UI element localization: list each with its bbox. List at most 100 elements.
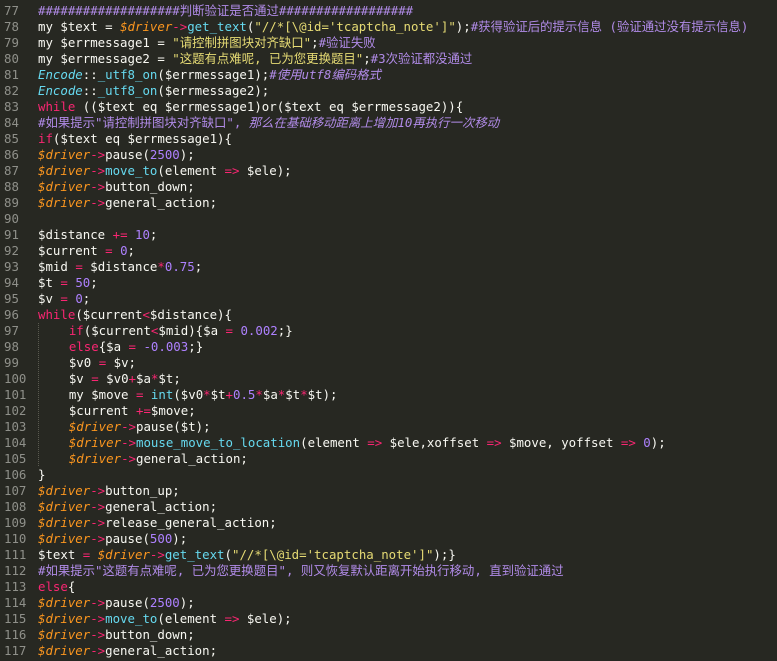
code-token: 0.75 [164,259,195,274]
code-token: 50 [75,275,91,290]
code-token: $v0 [98,371,129,386]
code-text: $driver->pause($t); [38,419,777,435]
code-token: $driver [38,531,91,546]
code-line[interactable]: 111 $text = $driver->get_text("//*[\@id='… [0,547,777,563]
code-text: if($current<$mid){$a = 0.002;} [38,323,777,339]
code-token: ); [455,19,471,34]
code-token: ;} [277,323,293,338]
code-text: $driver->general_action; [38,195,777,211]
code-line[interactable]: 91 $distance += 10; [0,227,777,243]
code-token: ($current [75,307,143,322]
code-line[interactable]: 94 $t = 50; [0,275,777,291]
code-editor[interactable]: 77 ###################判断验证是否通过###########… [0,0,777,661]
code-token: pause( [105,531,150,546]
line-number: 95 [4,291,19,306]
code-line[interactable]: 84 #如果提示"请控制拼图块对齐缺口", 那么在基础移动距离上增加10再执行一次… [0,115,777,131]
code-line[interactable]: 106} [0,467,777,483]
code-text: $driver->move_to(element => $ele); [38,611,777,627]
code-token: $driver [38,595,91,610]
code-line[interactable]: 108 $driver->general_action; [0,499,777,515]
code-token: $a [262,387,278,402]
code-line[interactable]: 80 my $errmessage2 = "这题有点难呢, 已为您更换题目";#3… [0,51,777,67]
code-token: ); [179,595,195,610]
code-text: $v = $v0+$a*$t; [38,371,777,387]
code-line[interactable]: 93 $mid = $distance*0.75; [0,259,777,275]
code-line[interactable]: 116 $driver->button_down; [0,627,777,643]
code-line[interactable]: 99 $v0 = $v; [0,355,777,371]
code-token: my $text = [38,19,121,34]
code-line[interactable]: 81 Encode::_utf8_on($errmessage1);#使用utf8… [0,67,777,83]
code-token: ($current [83,323,151,338]
code-line[interactable]: 110 $driver->pause(500); [0,531,777,547]
code-line[interactable]: 82 Encode::_utf8_on($errmessage2); [0,83,777,99]
line-number: 116 [4,627,27,642]
code-line[interactable]: 98 else{$a = -0.003;} [0,339,777,355]
code-token: $driver [38,515,91,530]
code-text: $driver->pause(500); [38,531,777,547]
code-token: get_text [187,19,247,34]
code-line[interactable]: 104 $driver->mouse_move_to_location(elem… [0,435,777,451]
code-line[interactable]: 97 if($current<$mid){$a = 0.002;} [0,323,777,339]
code-token: $ele,xoffset [382,435,487,450]
code-line[interactable]: 89 $driver->general_action; [0,195,777,211]
code-line[interactable]: 95 $v = 0; [0,291,777,307]
code-line[interactable]: 90 [0,211,777,227]
code-text: $v0 = $v; [38,355,777,371]
code-token: -> [149,547,165,562]
code-line[interactable]: 101 my $move = int($v0*$t+0.5*$a*$t*$t); [0,387,777,403]
code-token: ###################判断验证是否通过#############… [38,3,414,18]
line-number: 86 [4,147,19,162]
code-line[interactable]: 115 $driver->move_to(element => $ele); [0,611,777,627]
code-line[interactable]: 77 ###################判断验证是否通过###########… [0,3,777,19]
code-token: $current [68,403,136,418]
code-token: $current [38,243,106,258]
code-text: while (($text eq $errmessage1)or($text e… [38,99,777,115]
code-token: $move, yoffset [501,435,621,450]
code-line[interactable]: 114 $driver->pause(2500); [0,595,777,611]
code-line[interactable]: 96 while($current<$distance){ [0,307,777,323]
code-token: => [486,435,502,450]
code-token: $driver [120,19,173,34]
code-line[interactable]: 103 $driver->pause($t); [0,419,777,435]
code-line[interactable]: 79 my $errmessage1 = "请控制拼图块对齐缺口";#验证失败 [0,35,777,51]
code-token: $driver [68,419,122,434]
code-token: if [38,131,53,146]
code-line[interactable]: 107 $driver->button_up; [0,483,777,499]
code-line[interactable]: 102 $current +=$move; [0,403,777,419]
code-line[interactable]: 86 $driver->pause(2500); [0,147,777,163]
code-line[interactable]: 87 $driver->move_to(element => $ele); [0,163,777,179]
code-line[interactable]: 113 else{ [0,579,777,595]
line-number: 108 [4,499,27,514]
code-token: $driver [38,195,91,210]
code-token: (element [300,435,368,450]
code-line[interactable]: 105 $driver->general_action; [0,451,777,467]
code-token: button_down; [105,179,195,194]
code-text: $driver->button_down; [38,179,777,195]
code-line[interactable]: 117 $driver->general_action; [0,643,777,659]
code-token: $mid){$a [158,323,226,338]
code-token: ); [650,435,666,450]
code-text: $current = 0; [38,243,777,259]
code-line[interactable]: 92 $current = 0; [0,243,777,259]
code-token: ( [224,547,232,562]
code-token: 那么在基础移动距离上增加10再执行一次移动 [248,115,500,130]
code-token: "//*[\@id='tcaptcha_note']" [254,19,456,34]
code-line[interactable]: 83 while (($text eq $errmessage1)or($text… [0,99,777,115]
code-token: = [225,323,233,338]
code-line[interactable]: 112 #如果提示"这题有点难呢, 已为您更换题目", 则又恢复默认距离开始执行移… [0,563,777,579]
code-token: Encode [38,67,83,82]
line-number: 89 [4,195,19,210]
code-token: -> [90,499,106,514]
code-token: -> [121,419,136,434]
code-line[interactable]: 88 $driver->button_down; [0,179,777,195]
code-line[interactable]: 85 if($text eq $errmessage1){ [0,131,777,147]
code-token: ($errmessage1); [157,67,270,82]
code-text: $driver->pause(2500); [38,147,777,163]
code-line[interactable]: 109 $driver->release_general_action; [0,515,777,531]
code-token: -> [90,195,106,210]
code-line[interactable]: 78 my $text = $driver->get_text("//*[\@id… [0,19,777,35]
code-token: $v [68,371,92,386]
code-line[interactable]: 100 $v = $v0+$a*$t; [0,371,777,387]
code-token: general_action; [105,499,218,514]
code-token: => [224,163,240,178]
